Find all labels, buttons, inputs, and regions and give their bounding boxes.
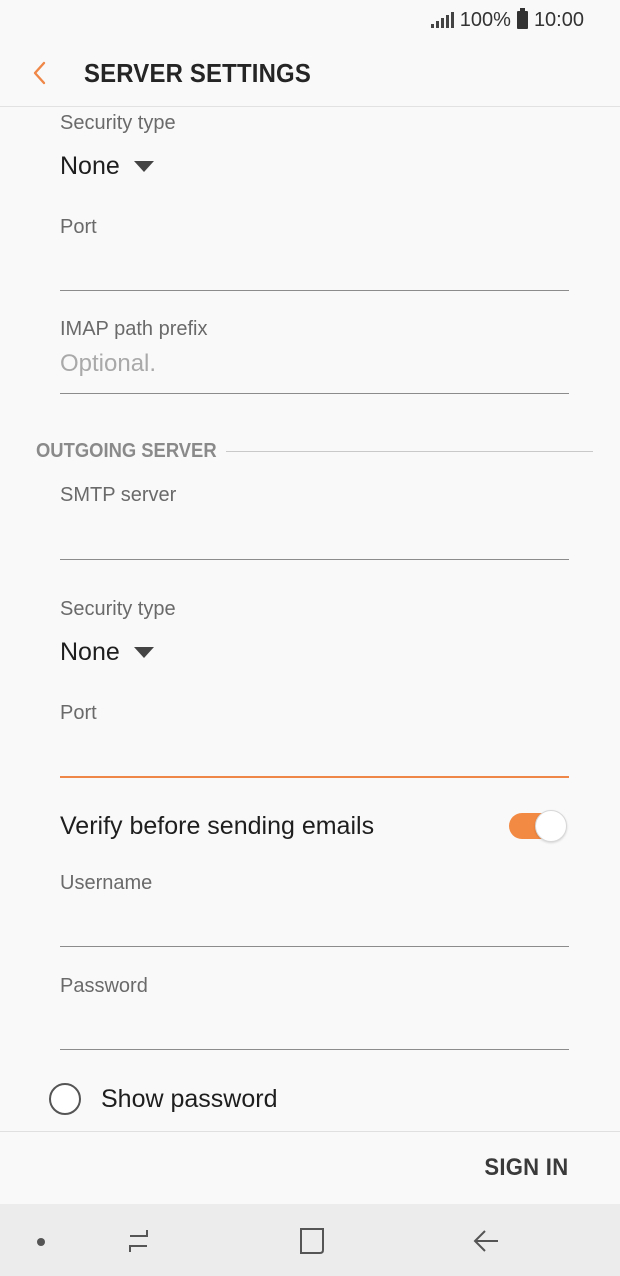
home-button[interactable] [292,1226,332,1256]
back-button[interactable] [0,40,84,107]
switch-knob [535,810,567,842]
section-divider [226,450,593,452]
footer-bar: SIGN IN [0,1131,620,1204]
system-nav-bar [0,1204,620,1276]
server-settings-screen: 100% 10:00 SERVER SETTINGS Security type… [0,0,620,1276]
outgoing-server-section-header: OUTGOING SERVER [36,438,593,464]
show-password-checkbox[interactable] [49,1083,81,1115]
smtp-server-underline [60,559,569,560]
chevron-left-icon [33,61,46,85]
home-icon [300,1228,324,1254]
outgoing-port-label: Port [60,702,97,724]
imap-prefix-field[interactable]: IMAP path prefix Optional. [60,318,569,394]
outgoing-server-title: OUTGOING SERVER [36,439,217,462]
password-underline [60,1049,569,1050]
username-label: Username [60,872,153,894]
outgoing-port-field[interactable]: Port [60,702,569,778]
outgoing-port-underline-focused [60,776,569,778]
app-header: SERVER SETTINGS [0,40,620,107]
clock: 10:00 [533,8,584,31]
verify-before-sending-label: Verify before sending emails [60,811,375,840]
incoming-port-underline [60,290,569,291]
smtp-server-field[interactable]: SMTP server [60,484,569,560]
incoming-security-type-dropdown[interactable]: None [60,152,154,181]
outgoing-security-type-label: Security type [60,598,176,620]
show-password-label: Show password [101,1084,278,1113]
username-underline [60,946,569,947]
nav-dot-icon [37,1238,45,1246]
back-arrow-icon [473,1230,498,1252]
recents-icon [129,1230,148,1252]
signal-icon [429,12,454,28]
outgoing-security-type-value: None [60,638,120,666]
imap-prefix-placeholder: Optional. [60,350,157,377]
username-field[interactable]: Username [60,872,569,948]
smtp-server-label: SMTP server [60,484,177,506]
caret-down-icon [133,161,154,172]
password-label: Password [60,975,148,997]
back-nav-button[interactable] [466,1226,506,1256]
incoming-port-field[interactable]: Port [60,216,569,292]
outgoing-security-type: Security type None [60,598,569,678]
verify-toggle-switch[interactable] [509,810,567,842]
page-title: SERVER SETTINGS [84,57,311,88]
password-field[interactable]: Password [60,975,569,1051]
settings-form[interactable]: Security type None Port IMAP path prefix… [0,108,620,1130]
status-bar: 100% 10:00 [0,0,620,40]
incoming-security-type: Security type None [60,112,569,192]
battery-percent: 100% [459,8,511,31]
outgoing-security-type-dropdown[interactable]: None [60,638,154,667]
incoming-security-type-label: Security type [60,112,176,134]
battery-icon [516,8,528,29]
caret-down-icon [133,647,154,658]
show-password-row[interactable]: Show password [49,1083,277,1115]
sign-in-button[interactable]: SIGN IN [484,1154,568,1182]
recents-button[interactable] [118,1226,158,1256]
imap-prefix-underline [60,393,569,394]
imap-prefix-label: IMAP path prefix [60,318,208,340]
incoming-security-type-value: None [60,152,120,180]
incoming-port-label: Port [60,216,97,238]
verify-before-sending-row[interactable]: Verify before sending emails [60,806,567,846]
